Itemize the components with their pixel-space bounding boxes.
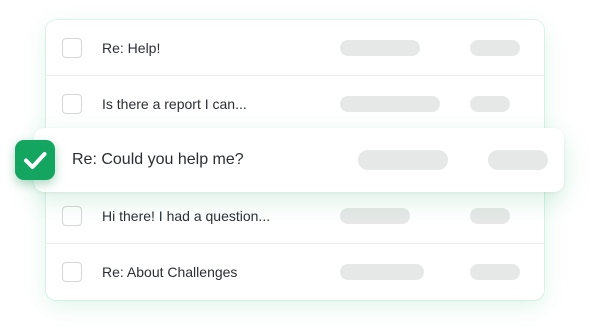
message-subject: Is there a report I can... (102, 96, 247, 112)
row-checkbox[interactable] (62, 262, 82, 282)
message-subject: Re: Could you help me? (72, 151, 244, 168)
placeholder-bar (470, 96, 510, 112)
list-item[interactable]: Is there a report I can... (46, 76, 544, 132)
placeholder-bar (340, 96, 440, 112)
placeholder-bar (470, 40, 520, 56)
list-item[interactable]: Re: Help! (46, 20, 544, 76)
row-checkbox[interactable] (62, 94, 82, 114)
checkmark-icon[interactable] (15, 140, 55, 180)
message-subject: Re: Help! (102, 40, 161, 56)
list-item[interactable]: Re: About Challenges (46, 244, 544, 300)
row-checkbox[interactable] (62, 206, 82, 226)
placeholder-bar (340, 40, 420, 56)
placeholder-bar (470, 208, 510, 224)
row-checkbox[interactable] (62, 38, 82, 58)
placeholder-bar (488, 150, 548, 170)
placeholder-bar (340, 264, 424, 280)
message-subject: Re: About Challenges (102, 264, 238, 280)
message-subject: Hi there! I had a question... (102, 208, 271, 224)
placeholder-bar (340, 208, 410, 224)
placeholder-bar (358, 150, 448, 170)
list-item[interactable]: Hi there! I had a question... (46, 188, 544, 244)
placeholder-bar (470, 264, 520, 280)
selected-list-item[interactable]: Re: Could you help me? (34, 128, 564, 192)
